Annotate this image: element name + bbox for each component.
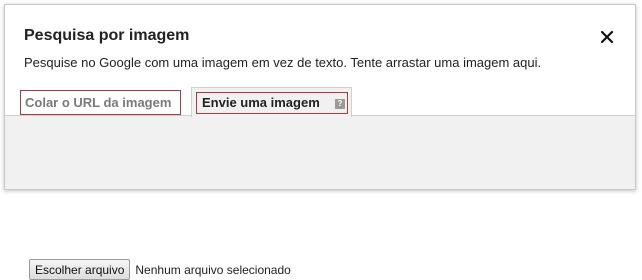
choose-file-button[interactable]: Escolher arquivo xyxy=(29,259,131,280)
tab-paste-url-label: Colar o URL da imagem xyxy=(25,95,172,110)
dialog-title: Pesquisa por imagem xyxy=(24,27,190,44)
dialog-subtitle: Pesquise no Google com uma imagem em vez… xyxy=(24,55,542,70)
tab-paste-url[interactable]: Colar o URL da imagem xyxy=(20,90,181,115)
tab-upload-image[interactable]: Envie uma imagem ? xyxy=(196,92,348,114)
file-chooser: Escolher arquivo Nenhum arquivo selecion… xyxy=(29,259,291,280)
file-status-text: Nenhum arquivo selecionado xyxy=(135,262,291,277)
tab-upload-image-label: Envie uma imagem xyxy=(202,95,320,110)
image-search-dialog: Pesquisa por imagem Pesquise no Google c… xyxy=(4,4,636,280)
close-icon[interactable] xyxy=(599,29,615,45)
upload-panel: Escolher arquivo Nenhum arquivo selecion… xyxy=(5,116,635,280)
tab-upload-container[interactable]: Envie uma imagem ? xyxy=(191,87,352,117)
help-icon[interactable]: ? xyxy=(335,99,345,109)
